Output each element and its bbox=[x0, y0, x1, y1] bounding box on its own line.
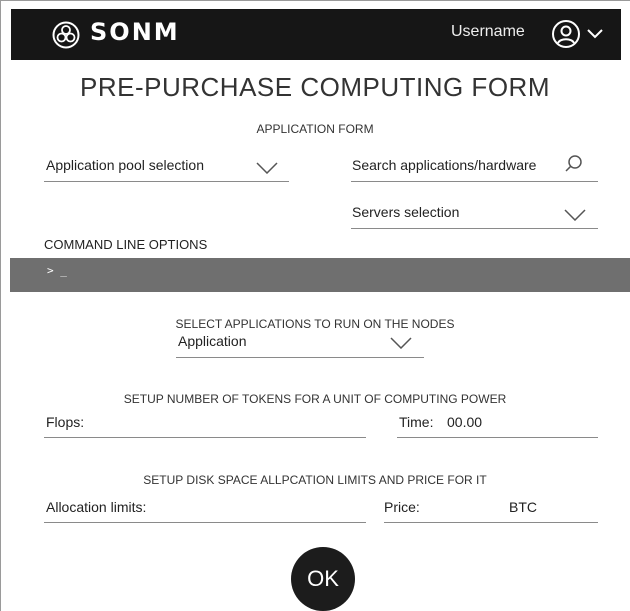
ok-button[interactable]: OK bbox=[291, 547, 355, 611]
command-line-label: COMMAND LINE OPTIONS bbox=[44, 237, 208, 252]
disk-heading: SETUP DISK SPACE ALLPCATION LIMITS AND P… bbox=[143, 473, 487, 487]
price-label: Price: bbox=[384, 499, 420, 515]
allocation-limits-label: Allocation limits: bbox=[46, 499, 147, 515]
time-value: 00.00 bbox=[447, 414, 483, 430]
application-select[interactable]: Application bbox=[176, 332, 424, 358]
chevron-down-icon[interactable] bbox=[564, 209, 586, 221]
user-circle-icon[interactable] bbox=[551, 19, 581, 49]
search-placeholder: Search applications/hardware bbox=[352, 157, 537, 173]
top-bar: SONM Username bbox=[11, 9, 621, 60]
command-line-input[interactable]: > _ bbox=[10, 258, 630, 292]
price-currency: BTC bbox=[509, 499, 537, 515]
chevron-down-icon[interactable] bbox=[390, 337, 412, 349]
time-field[interactable]: Time: 00.00 bbox=[397, 412, 598, 438]
application-value: Application bbox=[178, 333, 247, 349]
command-prompt: > _ bbox=[47, 264, 67, 277]
chevron-down-icon[interactable] bbox=[586, 27, 604, 41]
price-field[interactable]: Price: BTC bbox=[384, 497, 598, 523]
tokens-heading: SETUP NUMBER OF TOKENS FOR A UNIT OF COM… bbox=[123, 392, 507, 406]
username-label[interactable]: Username bbox=[451, 23, 525, 41]
allocation-limits-field[interactable]: Allocation limits: bbox=[44, 497, 366, 523]
application-pool-select[interactable]: Application pool selection bbox=[44, 154, 289, 182]
chevron-down-icon[interactable] bbox=[256, 162, 278, 174]
sonm-logo-icon bbox=[52, 21, 80, 49]
flops-label: Flops: bbox=[46, 414, 85, 430]
page-title: PRE-PURCHASE COMPUTING FORM bbox=[80, 72, 550, 102]
brand-name: SONM bbox=[90, 18, 180, 46]
form-subtitle: APPLICATION FORM bbox=[256, 122, 374, 136]
application-pool-value: Application pool selection bbox=[46, 157, 204, 173]
search-input[interactable]: Search applications/hardware bbox=[351, 154, 598, 182]
flops-field[interactable]: Flops: bbox=[44, 412, 366, 438]
applications-heading: SELECT APPLICATIONS TO RUN ON THE NODES bbox=[175, 317, 455, 331]
servers-value: Servers selection bbox=[352, 204, 460, 220]
time-label: Time: bbox=[399, 414, 434, 430]
servers-select[interactable]: Servers selection bbox=[351, 203, 598, 229]
search-icon[interactable] bbox=[564, 154, 584, 174]
